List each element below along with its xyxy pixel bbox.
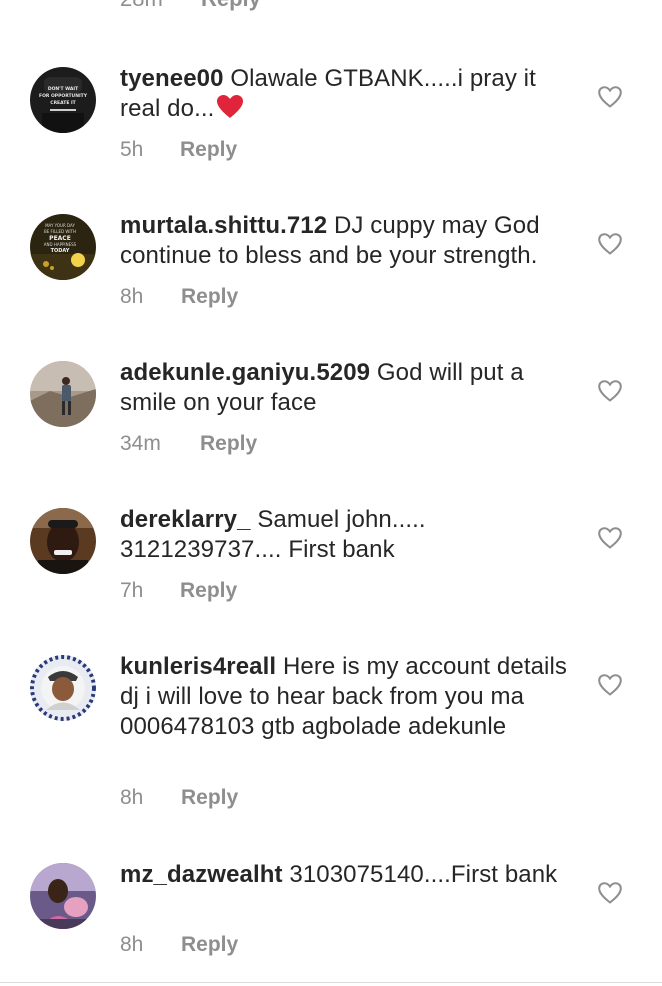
like-heart-icon[interactable] — [598, 380, 622, 402]
comment-text: adekunle.ganiyu.5209 God will put a smil… — [120, 358, 572, 418]
reply-button[interactable]: Reply — [181, 285, 238, 309]
comment-text: tyenee00 Olawale GTBANK.....i pray it re… — [120, 64, 572, 128]
comment-username[interactable]: murtala.shittu.712 — [120, 212, 327, 239]
reply-button[interactable]: Reply — [180, 138, 237, 162]
reply-button[interactable]: Reply — [181, 933, 238, 957]
avatar[interactable] — [30, 508, 96, 574]
like-heart-icon[interactable] — [598, 233, 622, 255]
like-heart-icon[interactable] — [598, 86, 622, 108]
avatar[interactable] — [30, 655, 96, 721]
previous-comment-meta: 28m Reply — [0, 0, 662, 16]
svg-text:CREATE IT: CREATE IT — [50, 100, 76, 106]
comment-username[interactable]: kunleris4reall — [120, 653, 276, 680]
like-heart-icon[interactable] — [598, 527, 622, 549]
comment-time: 7h — [120, 579, 144, 602]
comment-body: 3103075140....First bank — [289, 861, 558, 888]
svg-text:TODAY: TODAY — [51, 248, 70, 254]
comment-username[interactable]: mz_dazwealht — [120, 861, 283, 888]
comment-text: mz_dazwealht 3103075140....First bank — [120, 860, 572, 890]
comment-username[interactable]: tyenee00 — [120, 65, 224, 92]
reply-button[interactable]: Reply — [200, 432, 257, 456]
comment-time: 8h — [120, 285, 144, 308]
comment-meta: 7h Reply — [120, 579, 237, 603]
reply-button[interactable]: Reply — [180, 579, 237, 603]
reply-button[interactable]: Reply — [181, 786, 238, 810]
comment-time: 8h — [120, 786, 144, 809]
svg-text:MAY YOUR DAY: MAY YOUR DAY — [45, 223, 75, 228]
comment-time: 5h — [120, 138, 144, 161]
comment-meta: 8h Reply — [120, 933, 238, 957]
svg-text:AND HAPPINESS: AND HAPPINESS — [44, 242, 77, 247]
svg-text:BE FILLED WITH: BE FILLED WITH — [44, 229, 76, 234]
comment-meta: 8h Reply — [120, 285, 238, 309]
like-heart-icon[interactable] — [598, 674, 622, 696]
avatar[interactable] — [30, 863, 96, 929]
comment-meta: 5h Reply — [120, 138, 237, 162]
avatar[interactable] — [30, 361, 96, 427]
like-heart-icon[interactable] — [598, 882, 622, 904]
reply-button[interactable]: Reply — [201, 0, 261, 12]
svg-text:FOR OPPORTUNITY: FOR OPPORTUNITY — [39, 93, 88, 99]
comment-meta: 34m Reply — [120, 432, 257, 456]
comment-text: murtala.shittu.712 DJ cuppy may God cont… — [120, 211, 572, 271]
avatar[interactable]: DON'T WAIT FOR OPPORTUNITY CREATE IT — [30, 67, 96, 133]
comment-text: dereklarry_ Samuel john..... 3121239737.… — [120, 505, 572, 565]
comment-username[interactable]: adekunle.ganiyu.5209 — [120, 359, 370, 386]
comment-time: 28m — [120, 0, 163, 12]
red-heart-emoji-icon — [216, 94, 244, 128]
avatar[interactable]: MAY YOUR DAY BE FILLED WITH PEACE AND HA… — [30, 214, 96, 280]
svg-text:PEACE: PEACE — [49, 235, 71, 242]
comment-username[interactable]: dereklarry_ — [120, 506, 251, 533]
comment-time: 34m — [120, 432, 161, 455]
comment-time: 8h — [120, 933, 144, 956]
svg-text:DON'T WAIT: DON'T WAIT — [48, 86, 79, 92]
divider — [0, 982, 662, 983]
comment-text: kunleris4reall Here is my account detail… — [120, 652, 572, 742]
comment-meta: 8h Reply — [120, 786, 238, 810]
